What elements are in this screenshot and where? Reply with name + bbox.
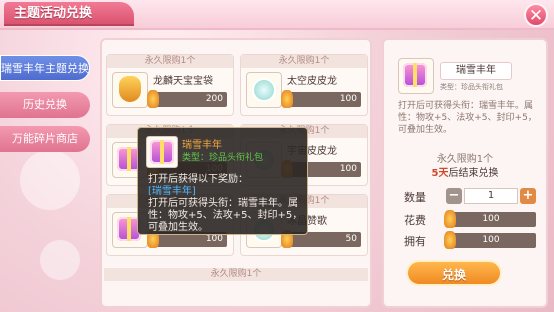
item-name: 太空皮皮龙 [287,76,337,87]
exchange-button[interactable]: 兑换 [406,260,502,286]
window-header: 主题活动兑换 ✕ [0,0,554,30]
tooltip-line: 打开后获得以下奖励： [148,174,248,185]
item-name: 龙麟天宝宝袋 [153,76,213,87]
quantity-input[interactable]: 1 [464,188,518,204]
tooltip-reward-name: [瑞雪丰年] [148,186,196,197]
window-title: 主题活动兑换 [4,2,134,26]
limit-caption: 永久限购1个 [241,55,367,68]
cost-value: 100 [444,210,536,228]
close-icon[interactable]: ✕ [524,3,548,27]
tooltip-line: 打开后可获得头衔：瑞雪丰年。属性：物攻+5、法攻+5、封印+5，可叠加生效。 [148,198,303,233]
tooltip-icon-box [146,136,178,168]
treasure-bag-icon [119,76,141,102]
blossom-decor [20,150,80,210]
item-price: 100 [281,90,361,108]
detail-panel: 瑞雪丰年 类型：珍品头衔礼包 打开后可获得头衔：瑞雪丰年。属性：物攻+5、法攻+… [382,38,548,308]
cost-label: 花费 [404,214,426,227]
sidebar-item-history[interactable]: 历史兑换 [0,92,90,118]
detail-item-name: 瑞雪丰年 [440,62,512,80]
gift-box-icon [150,140,174,164]
coin-icon [444,210,456,228]
detail-limit: 永久限购1个 [436,154,494,165]
sidebar-item-shard-shop[interactable]: 万能碎片商店 [0,126,90,152]
detail-item-type: 类型：珍品头衔礼包 [440,83,503,91]
detail-description: 打开后可获得头衔：瑞雪丰年。属性：物攻+5、法攻+5、封印+5，可叠加生效。 [398,101,537,135]
gift-box-icon [403,63,427,87]
detail-icon-box [398,58,434,94]
item-icon-box [112,72,148,108]
sidebar-item-theme-exchange[interactable]: 瑞雪丰年主题兑换 [0,55,90,81]
item-card[interactable]: 永久限购1个 太空皮皮龙 100 [240,54,368,116]
quantity-label: 数量 [404,191,426,204]
detail-end-notice: 5天后结束兑换 [431,168,499,179]
item-card[interactable]: 永久限购1个 龙麟天宝宝袋 200 [106,54,234,116]
plus-button[interactable]: + [520,188,536,204]
owned-label: 拥有 [404,235,426,248]
owned-value: 100 [444,231,536,249]
minus-button[interactable]: − [446,188,462,204]
tooltip-item-name: 瑞雪丰年 [182,140,222,151]
quantity-stepper: − 1 + [446,188,536,204]
space-dragon-icon [252,78,276,102]
limit-caption: 永久限购1个 [104,268,368,281]
tooltip-item-type: 类型：珍品头衔礼包 [182,153,264,163]
coin-icon [444,231,456,249]
item-tooltip: 瑞雪丰年 类型：珍品头衔礼包 打开后获得以下奖励： [瑞雪丰年] 打开后可获得头… [137,127,308,235]
blossom-decor [40,240,80,280]
limit-caption: 永久限购1个 [107,55,233,68]
item-price: 200 [147,90,227,108]
coin-icon [147,90,159,108]
tooltip-description: 打开后获得以下奖励： [瑞雪丰年] 打开后可获得头衔：瑞雪丰年。属性：物攻+5、… [148,174,304,234]
item-icon-box [246,72,282,108]
coin-icon [281,90,293,108]
